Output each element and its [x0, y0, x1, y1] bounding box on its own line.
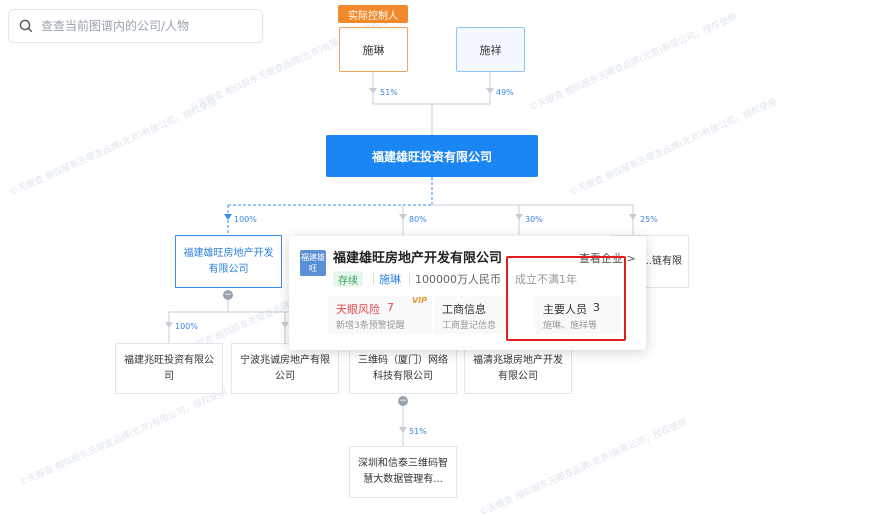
- investment-percent: 51%: [409, 427, 427, 436]
- vip-badge: VIP: [412, 296, 428, 305]
- divider: [409, 273, 410, 285]
- highlight-box: [506, 256, 626, 341]
- registered-capital: 100000万人民币: [415, 273, 501, 286]
- subsidiary-node[interactable]: 三维码（厦门）网络科技有限公司: [349, 343, 457, 394]
- investment-percent: 80%: [409, 215, 427, 224]
- popup-company-name[interactable]: 福建雄旺房地产开发有限公司: [333, 247, 502, 266]
- search-icon: [19, 19, 33, 33]
- main-company-node[interactable]: 福建雄旺投资有限公司: [326, 135, 538, 177]
- subsidiary-node[interactable]: 福建兆旺投资有限公司: [115, 343, 223, 394]
- legal-representative[interactable]: 施琳: [379, 271, 401, 287]
- collapse-toggle[interactable]: −: [223, 290, 233, 300]
- investment-percent: 25%: [640, 215, 658, 224]
- risk-sub: 新增3条预警提醒: [336, 321, 405, 331]
- shareholder-node-shixiang[interactable]: 施祥: [456, 27, 525, 72]
- controller-tag: 实际控制人: [338, 5, 408, 23]
- business-info-box[interactable]: 工商信息 工商登记信息: [434, 296, 510, 334]
- subsidiary-node[interactable]: 福清兆璟房地产开发有限公司: [464, 343, 572, 394]
- risk-title: 天眼风险: [336, 303, 380, 316]
- status-badge: 存续: [333, 271, 363, 287]
- business-sub: 工商登记信息: [442, 321, 497, 331]
- investment-percent: 100%: [234, 215, 257, 224]
- shareholder-percent: 49%: [496, 88, 514, 97]
- risk-box[interactable]: 天眼风险 7 VIP 新增3条预警提醒: [328, 296, 432, 334]
- risk-count: 7: [387, 301, 394, 314]
- shareholder-node-shilin[interactable]: 施琳: [339, 27, 408, 72]
- search-input[interactable]: [39, 18, 258, 34]
- subsidiary-node[interactable]: 深圳和信泰三维码智慧大数据管理有...: [349, 446, 457, 498]
- business-title: 工商信息: [442, 303, 486, 316]
- subsidiary-node[interactable]: 宁波兆诚房地产有限公司: [231, 343, 339, 394]
- shareholder-percent: 51%: [380, 88, 398, 97]
- divider: [373, 273, 374, 285]
- investment-percent: 30%: [525, 215, 543, 224]
- company-logo: 福建雄旺: [300, 250, 326, 276]
- subsidiary-node[interactable]: 福建雄旺房地产开发有限公司: [175, 235, 282, 288]
- collapse-toggle[interactable]: −: [398, 396, 408, 406]
- investment-percent: 100%: [175, 322, 198, 331]
- search-box[interactable]: [8, 9, 263, 43]
